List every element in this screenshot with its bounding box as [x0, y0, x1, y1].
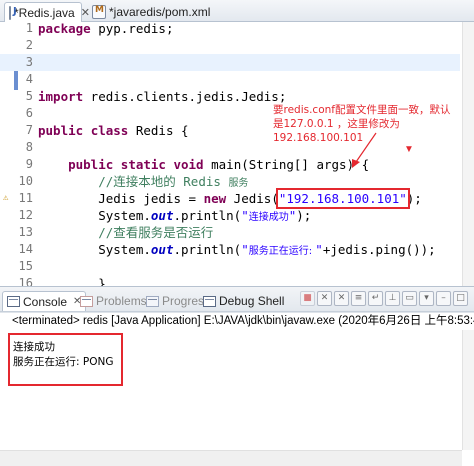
horizontal-scrollbar[interactable] — [0, 450, 462, 466]
tab-label: *Redis.java — [14, 5, 75, 20]
progress-icon — [146, 295, 159, 307]
terminate-icon[interactable]: ■ — [300, 291, 315, 306]
tab-debug-shell[interactable]: Debug Shell — [203, 291, 284, 311]
vertical-scrollbar[interactable] — [462, 330, 474, 450]
console-output-area[interactable]: 连接成功 服务正在运行: PONG — [0, 330, 474, 450]
tab-label: *javaredis/pom.xml — [109, 5, 211, 19]
maximize-icon[interactable]: □ — [453, 291, 468, 306]
display-console-icon[interactable]: ▭ — [402, 291, 417, 306]
problems-icon — [80, 295, 93, 307]
remove-all-icon[interactable]: ✕ — [334, 291, 349, 306]
console-output-line: 连接成功 — [13, 341, 55, 353]
tab-debug-shell-label: Debug Shell — [219, 294, 285, 308]
java-file-icon — [9, 5, 17, 20]
tab-problems[interactable]: Problems — [80, 291, 147, 311]
tab-console[interactable]: Console ✕ — [2, 291, 87, 311]
annotation-note: 要redis.conf配置文件里面一致，默认 是127.0.0.1 ，这里修改为… — [273, 103, 463, 145]
tab-problems-label: Problems — [96, 294, 147, 308]
scroll-lock-icon[interactable]: ≡ — [351, 291, 366, 306]
console-process-label: <terminated> redis [Java Application] E:… — [0, 313, 474, 330]
annotation-line-2: 是127.0.0.1 ，这里修改为192.168.100.101 — [273, 118, 400, 144]
editor-tab-bar: *Redis.java ✕ *javaredis/pom.xml — [0, 0, 474, 22]
console-toolbar: ■ ✕ ✕ ≡ ↵ ⊥ ▭ ▾ – □ — [300, 291, 468, 306]
pin-icon[interactable]: ⊥ — [385, 291, 400, 306]
red-caret-icon: ▼ — [404, 144, 414, 155]
tab-pom-xml[interactable]: *javaredis/pom.xml — [88, 2, 238, 22]
remove-launch-icon[interactable]: ✕ — [317, 291, 332, 306]
xml-file-icon — [92, 5, 106, 19]
console-icon — [7, 296, 20, 307]
annotation-line-1: 要redis.conf配置文件里面一致，默认 — [273, 104, 451, 116]
code-editor[interactable]: 1 package pyp.redis; 2 3 4 5 import redis.clie… — [0, 21, 474, 308]
console-output-line: 服务正在运行: PONG — [13, 356, 114, 368]
annotation-arrow — [352, 132, 377, 168]
debug-shell-icon — [203, 295, 216, 307]
word-wrap-icon[interactable]: ↵ — [368, 291, 383, 306]
minimize-icon[interactable]: – — [436, 291, 451, 306]
tab-redis-java[interactable]: *Redis.java ✕ — [4, 2, 90, 22]
open-console-icon[interactable]: ▾ — [419, 291, 434, 306]
tab-progress[interactable]: Progress — [146, 291, 210, 311]
tab-console-label: Console — [23, 294, 68, 309]
